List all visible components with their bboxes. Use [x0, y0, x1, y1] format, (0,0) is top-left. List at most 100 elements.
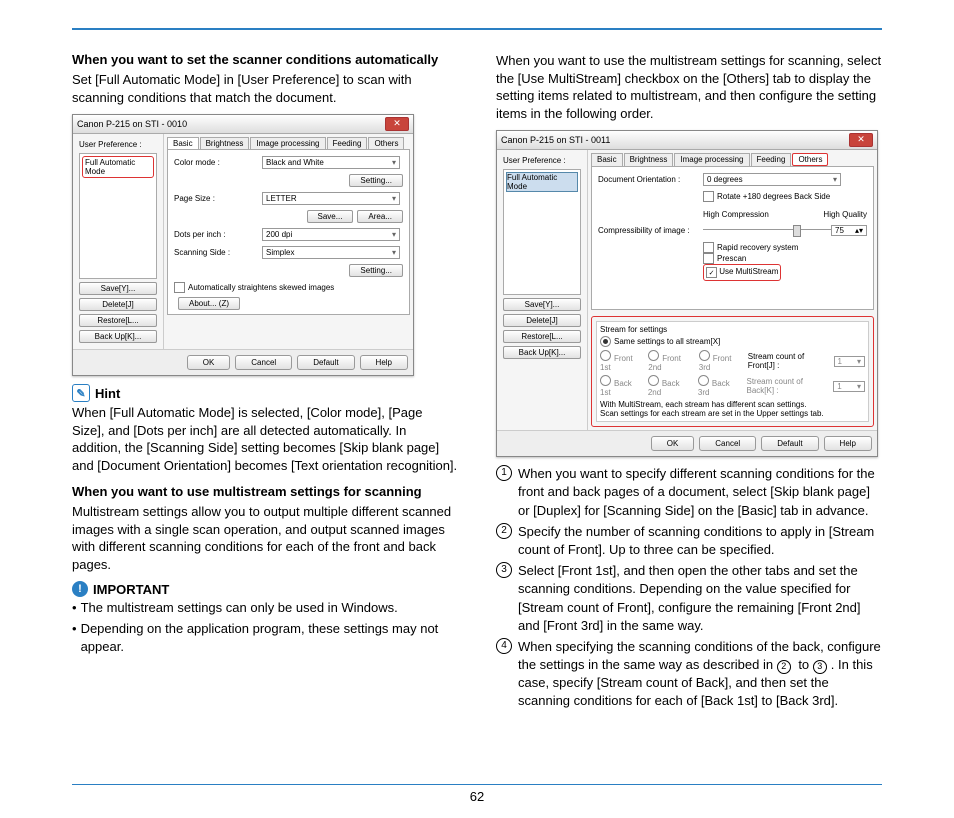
multistream-label: Use MultiStream	[719, 267, 778, 278]
tab-basic-2[interactable]: Basic	[591, 153, 623, 166]
para-auto: Set [Full Automatic Mode] in [User Prefe…	[72, 71, 458, 106]
same-settings-radio[interactable]	[600, 336, 611, 347]
stream-count-front[interactable]: 1▾	[834, 356, 866, 367]
stream-count-front-label: Stream count of Front[J] :	[748, 352, 824, 370]
cancel-button-2[interactable]: Cancel	[699, 436, 756, 451]
dialog2-title: Canon P-215 on STI - 0011	[501, 135, 610, 145]
scanning-side-select[interactable]: Simplex	[262, 246, 400, 259]
setting-button[interactable]: Setting...	[349, 174, 403, 187]
userpref-list[interactable]: Full Automatic Mode	[79, 153, 157, 279]
same-settings-label: Same settings to all stream[X]	[614, 337, 720, 346]
hint-icon: ✎	[72, 384, 90, 402]
close-icon-2[interactable]: ✕	[849, 133, 873, 147]
back2-radio[interactable]	[648, 375, 659, 386]
user-preference-label: User Preference :	[79, 140, 157, 149]
highcomp-label: High Compression	[703, 210, 823, 219]
front2-radio[interactable]	[648, 350, 659, 361]
dpi-label: Dots per inch :	[174, 230, 262, 239]
dialog-basic: Canon P-215 on STI - 0010 ✕ User Prefere…	[72, 114, 414, 376]
highqual-label: High Quality	[823, 210, 867, 219]
heading-auto: When you want to set the scanner conditi…	[72, 52, 458, 67]
tab-brightness[interactable]: Brightness	[200, 137, 250, 149]
color-mode-label: Color mode :	[174, 158, 262, 167]
step-2: 2Specify the number of scanning conditio…	[496, 523, 882, 559]
color-mode-select[interactable]: Black and White	[262, 156, 400, 169]
step-4: 4When specifying the scanning conditions…	[496, 638, 882, 711]
area-button[interactable]: Area...	[357, 210, 403, 223]
hint-label: Hint	[95, 386, 120, 401]
ok-button-2[interactable]: OK	[651, 436, 695, 451]
step-1: 1When you want to specify different scan…	[496, 465, 882, 520]
save-size-button[interactable]: Save...	[307, 210, 354, 223]
help-button-2[interactable]: Help	[824, 436, 872, 451]
tab-image-2[interactable]: Image processing	[674, 153, 749, 166]
back3-radio[interactable]	[698, 375, 709, 386]
full-auto-mode-item-2[interactable]: Full Automatic Mode	[506, 172, 578, 192]
tab-others[interactable]: Others	[368, 137, 404, 149]
compress-value[interactable]: 75▴▾	[831, 225, 867, 236]
tab-image[interactable]: Image processing	[250, 137, 325, 149]
heading-multistream: When you want to use multistream setting…	[72, 484, 458, 499]
para-multistream: Multistream settings allow you to output…	[72, 503, 458, 573]
scanning-side-label: Scanning Side :	[174, 248, 262, 257]
prescan-label: Prescan	[717, 254, 746, 263]
rotate-label: Rotate +180 degrees Back Side	[717, 192, 830, 201]
back1-radio[interactable]	[600, 375, 611, 386]
ok-button[interactable]: OK	[187, 355, 231, 370]
rapid-checkbox[interactable]	[703, 242, 714, 253]
dialog-title: Canon P-215 on STI - 0010	[77, 119, 187, 129]
default-button-2[interactable]: Default	[761, 436, 818, 451]
backup-pref-button[interactable]: Back Up[K]...	[79, 330, 157, 343]
cancel-button[interactable]: Cancel	[235, 355, 292, 370]
front3-radio[interactable]	[699, 350, 710, 361]
help-button[interactable]: Help	[360, 355, 408, 370]
important-label: IMPORTANT	[93, 582, 169, 597]
tab-others-2[interactable]: Others	[792, 153, 828, 166]
front1-radio[interactable]	[600, 350, 611, 361]
delete-pref-button[interactable]: Delete[J]	[79, 298, 157, 311]
doc-orient-select[interactable]: 0 degrees	[703, 173, 841, 186]
tab-feeding[interactable]: Feeding	[327, 137, 368, 149]
delete-pref-button-2[interactable]: Delete[J]	[503, 314, 581, 327]
stream-count-back-label: Stream count of Back[K] :	[747, 377, 824, 395]
compress-label: Compressibility of image :	[598, 226, 703, 235]
tab-feeding-2[interactable]: Feeding	[751, 153, 792, 166]
user-preference-label-2: User Preference :	[503, 156, 581, 165]
rotate-checkbox[interactable]	[703, 191, 714, 202]
multistream-checkbox[interactable]: ✓	[706, 267, 717, 278]
page-size-select[interactable]: LETTER	[262, 192, 400, 205]
stream-note: With MultiStream, each stream has differ…	[600, 400, 865, 418]
full-auto-mode-item[interactable]: Full Automatic Mode	[82, 156, 154, 178]
multistream-intro: When you want to use the multistream set…	[496, 52, 882, 122]
backup-pref-button-2[interactable]: Back Up[K]...	[503, 346, 581, 359]
stream-header: Stream for settings	[600, 325, 865, 334]
dpi-select[interactable]: 200 dpi	[262, 228, 400, 241]
tab-brightness-2[interactable]: Brightness	[624, 153, 674, 166]
important-item-1: The multistream settings can only be use…	[81, 599, 398, 617]
stream-settings-box: Stream for settings Same settings to all…	[591, 316, 874, 427]
rapid-label: Rapid recovery system	[717, 243, 798, 252]
doc-orient-label: Document Orientation :	[598, 175, 703, 184]
hint-text: When [Full Automatic Mode] is selected, …	[72, 404, 458, 474]
restore-pref-button-2[interactable]: Restore[L...	[503, 330, 581, 343]
close-icon[interactable]: ✕	[385, 117, 409, 131]
multistream-highlight: ✓ Use MultiStream	[703, 264, 781, 281]
about-button[interactable]: About... (Z)	[178, 297, 240, 310]
userpref-list-2[interactable]: Full Automatic Mode	[503, 169, 581, 295]
prescan-checkbox[interactable]	[703, 253, 714, 264]
side-setting-button[interactable]: Setting...	[349, 264, 403, 277]
tab-basic[interactable]: Basic	[167, 137, 199, 149]
restore-pref-button[interactable]: Restore[L...	[79, 314, 157, 327]
dialog-others: Canon P-215 on STI - 0011 ✕ User Prefere…	[496, 130, 878, 457]
compress-slider[interactable]	[703, 224, 831, 236]
top-rule	[72, 28, 882, 30]
important-icon: !	[72, 581, 88, 597]
save-pref-button[interactable]: Save[Y]...	[79, 282, 157, 295]
stream-count-back[interactable]: 1▾	[833, 381, 865, 392]
default-button[interactable]: Default	[297, 355, 354, 370]
step-3: 3Select [Front 1st], and then open the o…	[496, 562, 882, 635]
straighten-label: Automatically straightens skewed images	[188, 283, 334, 292]
straighten-checkbox[interactable]	[174, 282, 185, 293]
save-pref-button-2[interactable]: Save[Y]...	[503, 298, 581, 311]
page-size-label: Page Size :	[174, 194, 262, 203]
